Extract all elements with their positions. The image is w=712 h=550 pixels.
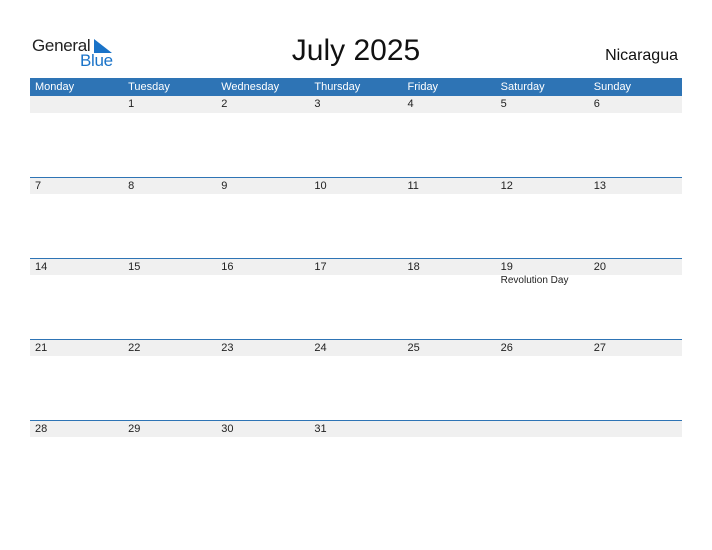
weekday-wednesday: Wednesday — [221, 81, 280, 93]
day-number: 19 — [500, 261, 513, 273]
day-number: 14 — [35, 261, 48, 273]
day-number: 9 — [221, 180, 228, 192]
week-row: 28 29 30 31 — [30, 420, 682, 501]
country-label: Nicaragua — [605, 47, 678, 64]
week-row: 21 22 23 24 25 26 27 — [30, 339, 682, 420]
day-number: 30 — [221, 423, 234, 435]
holiday-label — [30, 275, 123, 287]
day-number: 21 — [35, 342, 48, 354]
day-number: 1 — [128, 98, 135, 110]
weekday-tuesday: Tuesday — [128, 81, 170, 93]
weekday-thursday: Thursday — [314, 81, 361, 93]
week-row: 1 2 3 4 5 6 — [30, 96, 682, 177]
day-number: 25 — [407, 342, 420, 354]
day-number: 3 — [314, 98, 321, 110]
day-number: 2 — [221, 98, 228, 110]
event-row: Revolution Day — [30, 275, 682, 287]
week-row: 14 15 16 17 18 19 20 Revolution Day — [30, 258, 682, 339]
date-number-row: 28 29 30 31 — [30, 421, 682, 437]
day-number: 13 — [593, 180, 606, 192]
calendar-grid: Monday Tuesday Wednesday Thursday Friday… — [30, 78, 682, 501]
day-number: 11 — [407, 180, 419, 192]
holiday-label — [123, 275, 216, 287]
day-number: 4 — [407, 98, 414, 110]
day-number: 12 — [500, 180, 513, 192]
day-number: 7 — [35, 180, 42, 192]
weekday-saturday: Saturday — [500, 81, 545, 93]
day-number — [496, 421, 589, 437]
week-row: 7 8 9 10 11 12 13 — [30, 177, 682, 258]
day-number: 18 — [407, 261, 420, 273]
weekday-monday: Monday — [35, 81, 75, 93]
holiday-label — [403, 275, 496, 287]
holiday-label: Revolution Day — [500, 275, 569, 286]
day-number: 22 — [128, 342, 141, 354]
date-number-row: 14 15 16 17 18 19 20 — [30, 259, 682, 275]
day-number: 26 — [500, 342, 513, 354]
day-number: 16 — [221, 261, 234, 273]
day-number: 31 — [314, 423, 327, 435]
day-number: 20 — [593, 261, 606, 273]
weekday-header: Monday Tuesday Wednesday Thursday Friday… — [30, 78, 682, 96]
day-number: 17 — [314, 261, 327, 273]
date-number-row: 7 8 9 10 11 12 13 — [30, 178, 682, 194]
holiday-label — [309, 275, 402, 287]
day-number: 28 — [35, 423, 48, 435]
day-number — [589, 421, 682, 437]
day-number: 8 — [128, 180, 135, 192]
day-number: 29 — [128, 423, 141, 435]
day-number: 27 — [593, 342, 606, 354]
day-number — [30, 96, 123, 113]
day-number: 10 — [314, 180, 327, 192]
day-number — [403, 421, 496, 437]
day-number: 6 — [593, 98, 600, 110]
weekday-friday: Friday — [407, 81, 439, 93]
date-number-row: 1 2 3 4 5 6 — [30, 96, 682, 113]
date-number-row: 21 22 23 24 25 26 27 — [30, 340, 682, 356]
holiday-label — [216, 275, 309, 287]
holiday-label — [589, 275, 682, 287]
day-number: 24 — [314, 342, 327, 354]
day-number: 23 — [221, 342, 234, 354]
weekday-sunday: Sunday — [593, 81, 632, 93]
day-number: 5 — [500, 98, 507, 110]
day-number: 15 — [128, 261, 141, 273]
